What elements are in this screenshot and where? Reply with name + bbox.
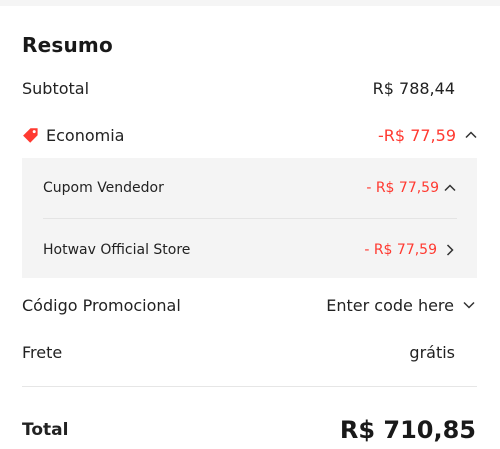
savings-item-value: - R$ 77,59 — [364, 242, 437, 258]
chevron-up-icon[interactable] — [443, 181, 457, 195]
divider — [43, 218, 457, 219]
total-row: Total R$ 710,85 — [22, 414, 476, 446]
top-strip — [0, 0, 500, 6]
chevron-right-icon[interactable] — [443, 243, 457, 257]
divider — [22, 386, 477, 387]
total-label: Total — [22, 420, 69, 440]
savings-label-group: Economia — [22, 126, 124, 145]
subtotal-label: Subtotal — [22, 78, 90, 98]
total-value: R$ 710,85 — [339, 416, 476, 444]
savings-row[interactable]: Economia -R$ 77,59 — [22, 122, 478, 148]
summary-title: Resumo — [22, 33, 113, 57]
tag-icon — [22, 127, 39, 144]
savings-breakdown-panel: Cupom Vendedor - R$ 77,59 Hotwav Officia… — [22, 158, 477, 278]
shipping-value: grátis — [409, 342, 455, 362]
savings-item-coupon[interactable]: Cupom Vendedor - R$ 77,59 — [43, 176, 457, 200]
savings-item-value-group: - R$ 77,59 — [366, 180, 457, 196]
shipping-label: Frete — [22, 342, 63, 362]
savings-item-store[interactable]: Hotwav Official Store - R$ 77,59 — [43, 238, 457, 262]
promo-code-input-link[interactable]: Enter code here — [326, 296, 454, 315]
chevron-up-icon[interactable] — [464, 128, 478, 142]
shipping-row: Frete grátis — [22, 340, 455, 364]
savings-item-label: Hotwav Official Store — [43, 242, 191, 258]
subtotal-value: R$ 788,44 — [372, 78, 455, 98]
savings-item-label: Cupom Vendedor — [43, 180, 164, 196]
savings-item-value-group: - R$ 77,59 — [364, 242, 457, 258]
savings-value-group: -R$ 77,59 — [378, 126, 478, 145]
promo-code-label: Código Promocional — [22, 295, 181, 315]
promo-code-row[interactable]: Código Promocional Enter code here — [22, 292, 476, 318]
savings-value: -R$ 77,59 — [378, 125, 456, 145]
savings-label: Economia — [46, 125, 125, 145]
savings-item-value: - R$ 77,59 — [366, 180, 439, 196]
chevron-down-icon[interactable] — [462, 298, 476, 312]
subtotal-row: Subtotal R$ 788,44 — [22, 76, 455, 100]
promo-code-value-group[interactable]: Enter code here — [326, 296, 476, 315]
